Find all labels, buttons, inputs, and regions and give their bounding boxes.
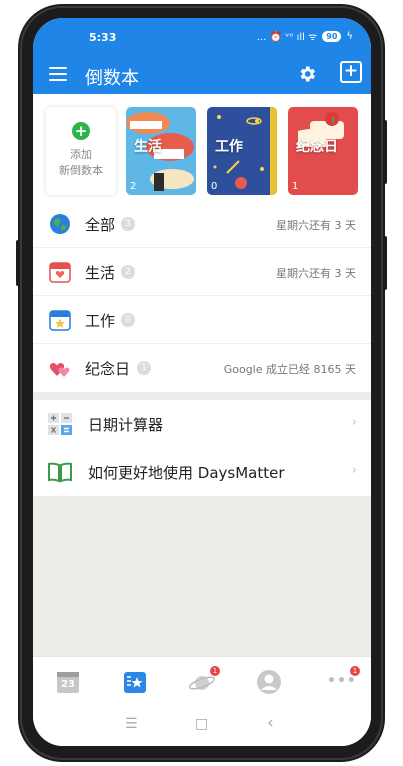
- category-status: 星期六还有 3 天: [276, 219, 356, 232]
- category-list: 全部 3 星期六还有 3 天 生活 2 星期六还有 3 天 工作 0 纪念日 1…: [33, 200, 371, 392]
- calendar-heart-icon: [49, 262, 71, 283]
- category-count-badge: 2: [121, 265, 135, 279]
- add-book-label-2: 新倒数本: [59, 164, 103, 177]
- category-count-badge: 1: [137, 361, 151, 375]
- book-count: 1: [292, 181, 299, 192]
- book-count: 0: [211, 181, 218, 192]
- avatar-icon: [257, 670, 281, 694]
- category-name: 全部: [85, 216, 116, 234]
- screen: 5:33 ... ⏰ ᵛᵒ ıll ᯤ 90 ϟ 倒数本 + + 添加 新倒数本: [33, 18, 371, 746]
- gear-icon[interactable]: [297, 64, 317, 84]
- menu-icon[interactable]: [49, 67, 67, 81]
- how-to-use-row[interactable]: 如何更好地使用 DaysMatter ›: [33, 448, 371, 496]
- category-count-badge: 0: [121, 313, 135, 327]
- book-icon: [48, 462, 72, 483]
- category-row-work[interactable]: 工作 0: [33, 296, 371, 344]
- globe-icon: [50, 214, 70, 234]
- status-bar: 5:33 ... ⏰ ᵛᵒ ıll ᯤ 90 ϟ: [33, 18, 371, 56]
- category-row-all[interactable]: 全部 3 星期六还有 3 天: [33, 200, 371, 248]
- tool-name: 如何更好地使用 DaysMatter: [88, 464, 285, 482]
- notification-badge: 1: [350, 666, 360, 676]
- book-label: 工作: [215, 139, 243, 155]
- side-button: [16, 240, 20, 286]
- category-row-anniversary[interactable]: 纪念日 1 Google 成立已经 8165 天: [33, 344, 371, 392]
- status-indicators: ... ⏰ ᵛᵒ ıll ᯤ 90 ϟ: [257, 29, 353, 43]
- countdown-book-icon: [124, 672, 146, 693]
- nav-countdown[interactable]: [122, 669, 148, 695]
- book-count: 2: [130, 181, 137, 192]
- category-status: Google 成立已经 8165 天: [223, 363, 356, 376]
- tools-list: 日期计算器 › 如何更好地使用 DaysMatter ›: [33, 400, 371, 496]
- category-row-life[interactable]: 生活 2 星期六还有 3 天: [33, 248, 371, 296]
- status-icons-text: ... ⏰ ᵛᵒ ıll ᯤ: [256, 32, 318, 43]
- recent-apps-button[interactable]: ☰: [125, 716, 138, 732]
- home-button[interactable]: □: [195, 716, 208, 732]
- book-card-life[interactable]: 生活 2: [126, 107, 196, 195]
- book-card-work[interactable]: 工作 0: [207, 107, 277, 195]
- countdown-books: + 添加 新倒数本 生活 2 工作 0 纪念日 1: [33, 94, 371, 200]
- plus-circle-icon: +: [72, 122, 90, 140]
- nav-calendar[interactable]: 23: [55, 669, 81, 695]
- book-card-anniversary[interactable]: 纪念日 1: [288, 107, 358, 195]
- category-status: 星期六还有 3 天: [276, 267, 356, 280]
- nav-profile[interactable]: [256, 669, 282, 695]
- calendar-star-icon: [49, 310, 71, 331]
- book-label: 生活: [134, 139, 162, 155]
- add-countdown-button[interactable]: +: [340, 61, 362, 83]
- system-navigation-bar: ☰ □ ‹: [33, 706, 371, 746]
- add-book-label-1: 添加: [70, 148, 92, 161]
- hearts-icon: [49, 363, 70, 377]
- page-title: 倒数本: [85, 68, 139, 89]
- nav-discover[interactable]: 1: [188, 666, 220, 695]
- back-button[interactable]: ‹: [267, 713, 274, 733]
- bottom-nav: 23 1 ••• 1: [33, 656, 371, 706]
- status-time: 5:33: [89, 31, 117, 44]
- app-bar: 倒数本 +: [33, 56, 371, 94]
- book-label: 纪念日: [296, 139, 338, 155]
- add-book-card[interactable]: + 添加 新倒数本: [46, 107, 116, 195]
- category-count-badge: 3: [121, 217, 135, 231]
- charging-icon: ϟ: [346, 30, 353, 42]
- notification-badge: 1: [210, 666, 220, 676]
- volume-button: [383, 120, 387, 184]
- tool-name: 日期计算器: [88, 416, 164, 434]
- nav-more[interactable]: ••• 1: [325, 666, 360, 695]
- date-calculator-row[interactable]: 日期计算器 ›: [33, 400, 371, 448]
- power-button: [383, 236, 387, 290]
- category-name: 工作: [85, 312, 116, 330]
- battery-indicator: 90: [322, 30, 342, 42]
- chevron-right-icon: ›: [351, 415, 357, 430]
- calendar-day: 23: [61, 679, 75, 690]
- calculator-icon: [48, 413, 72, 435]
- chevron-right-icon: ›: [351, 463, 357, 478]
- category-name: 纪念日: [85, 360, 131, 378]
- category-name: 生活: [85, 264, 116, 282]
